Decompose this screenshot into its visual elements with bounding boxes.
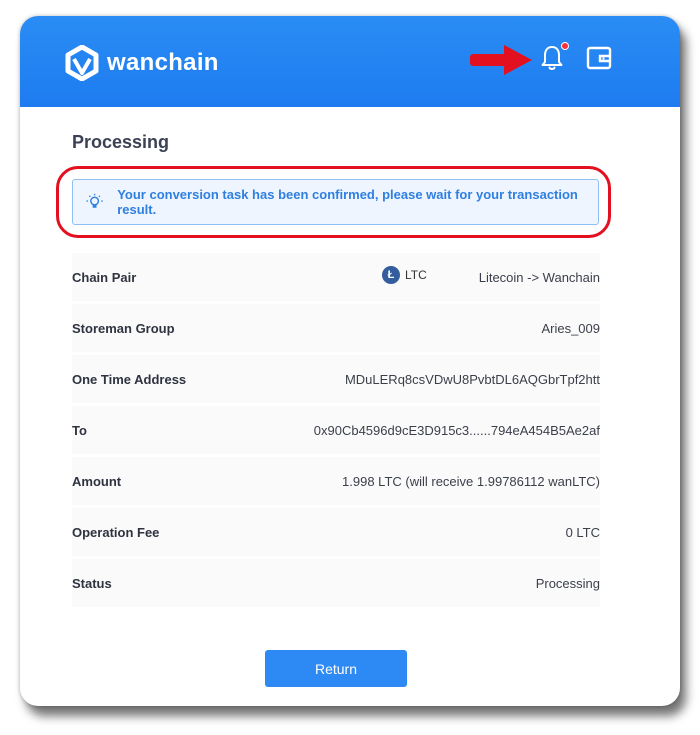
litecoin-icon: Ł <box>382 266 400 284</box>
notification-dot <box>561 42 569 50</box>
chain-pair-row: Chain Pair Ł LTC Litecoin -> Wanchain <box>72 253 600 301</box>
status-label: Status <box>72 575 112 591</box>
to-label: To <box>72 422 87 438</box>
status-value: Processing <box>535 575 600 591</box>
wallet-icon[interactable] <box>586 46 612 70</box>
chain-pair-label: Chain Pair <box>72 269 137 285</box>
amount-row: Amount 1.998 LTC (will receive 1.9978611… <box>72 457 600 505</box>
one-time-address-row: One Time Address MDuLERq8csVDwU8PvbtDL6A… <box>72 355 600 403</box>
amount-value: 1.998 LTC (will receive 1.99786112 wanLT… <box>342 473 600 489</box>
lightbulb-icon <box>86 193 103 208</box>
chain-pair-value: Litecoin -> Wanchain <box>478 269 600 285</box>
red-arrow-icon <box>470 45 532 75</box>
storeman-group-row: Storeman Group Aries_009 <box>72 304 600 352</box>
ltc-token-badge: Ł LTC <box>382 266 427 284</box>
to-address-value[interactable]: 0x90Cb4596d9cE3D915c3......794eA454B5Ae2… <box>314 423 600 438</box>
fee-label: Operation Fee <box>72 524 160 540</box>
status-row: Status Processing <box>72 559 600 607</box>
amount-label: Amount <box>72 473 122 489</box>
brand-name: wanchain <box>107 49 219 76</box>
storeman-value: Aries_009 <box>541 320 600 336</box>
page-title: Processing <box>72 132 170 152</box>
token-symbol: LTC <box>405 268 427 282</box>
fee-value: 0 LTC <box>565 524 600 540</box>
return-button[interactable]: Return <box>265 650 407 687</box>
to-row: To 0x90Cb4596d9cE3D915c3......794eA454B5… <box>72 406 600 454</box>
bell-icon[interactable] <box>540 44 564 72</box>
confirmation-notice: Your conversion task has been confirmed,… <box>72 179 599 225</box>
wanchain-logo-icon <box>65 45 99 81</box>
header-bar: wanchain <box>20 16 680 107</box>
one-time-address-label: One Time Address <box>72 371 187 387</box>
storeman-label: Storeman Group <box>72 320 175 336</box>
operation-fee-row: Operation Fee 0 LTC <box>72 508 600 556</box>
brand-logo[interactable]: wanchain <box>65 45 219 81</box>
one-time-address-value[interactable]: MDuLERq8csVDwU8PvbtDL6AQGbrTpf2htt <box>345 372 600 387</box>
processing-card: wanchain Processing Your conversion task… <box>20 16 680 706</box>
notice-text: Your conversion task has been confirmed,… <box>117 187 578 217</box>
